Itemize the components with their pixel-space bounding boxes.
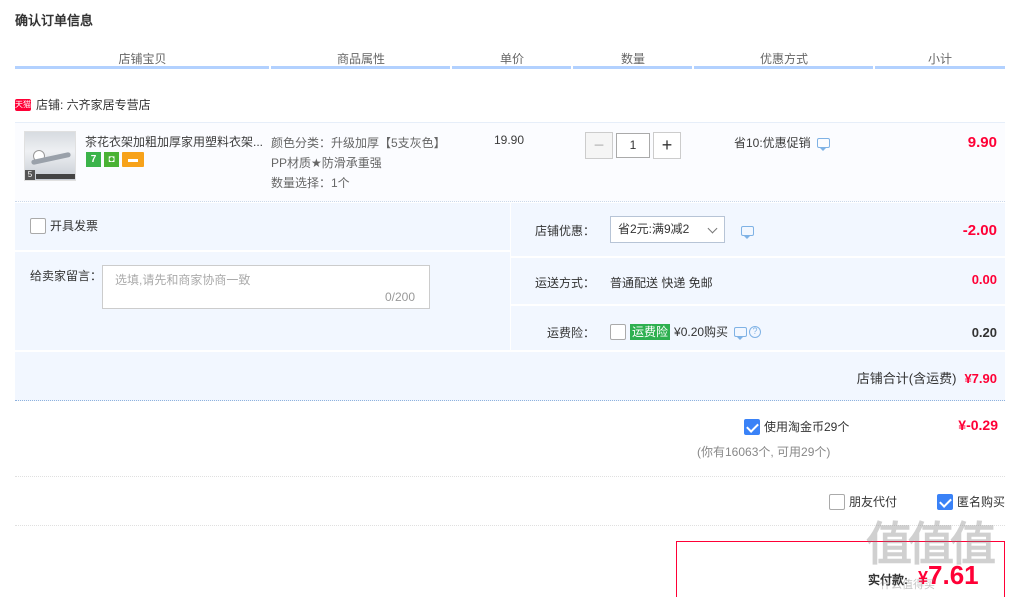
quantity-stepper: − 1 + (585, 132, 681, 159)
friend-pay-checkbox[interactable] (829, 493, 845, 510)
insurance-label: 运费险： (547, 326, 596, 340)
col-header-qty: 数量 (620, 52, 645, 66)
help-icon[interactable]: ? (749, 325, 762, 338)
header-underline (271, 66, 450, 69)
anonymous-label: 匿名购买 (957, 495, 1006, 509)
col-header-price: 单价 (499, 52, 524, 66)
shipping-label: 运送方式： (535, 276, 596, 290)
divider (511, 304, 1005, 306)
shop-coupon-amount: -2.00 (962, 222, 997, 239)
insurance-amount: 0.20 (971, 325, 997, 340)
credit-card-icon: ▬ (122, 152, 144, 167)
guarantee-icon: ◘ (104, 152, 119, 167)
attr-color: 颜色分类：升级加厚【5支灰色】 (271, 136, 446, 150)
product-thumbnail[interactable]: 5 (24, 131, 76, 181)
thumb-tag: 5 (25, 170, 35, 180)
invoice-checkbox[interactable] (30, 217, 46, 234)
shop-total: 店铺合计(含运费) ¥7.90 (857, 368, 997, 387)
promo-info: 省10:优惠促销 (734, 134, 830, 151)
coins-option[interactable]: 使用淘金币29个 (744, 418, 849, 435)
attr-quantity-choice: 数量选择：1个 (271, 176, 350, 190)
insurance-option: 运费险 ¥0.20购买 ? (610, 323, 762, 340)
col-header-subtotal: 小计 (927, 52, 952, 66)
friend-pay-label: 朋友代付 (849, 495, 898, 509)
seven-day-return-icon: 7 (86, 152, 101, 167)
watermark-text: 什么值得买 (880, 579, 935, 591)
message-placeholder: 选填,请先和商家协商一致 (115, 273, 251, 287)
divider (15, 476, 1005, 477)
divider (15, 525, 1005, 526)
page-title: 确认订单信息 (15, 13, 94, 28)
divider (15, 250, 510, 252)
col-header-discount: 优惠方式 (759, 52, 808, 66)
insurance-tag: 运费险 (630, 323, 671, 340)
col-header-item: 店铺宝贝 (118, 52, 167, 66)
qty-decrease-button[interactable]: − (585, 132, 613, 159)
shipping-value: 普通配送 快递 免邮 (610, 276, 713, 290)
anonymous-checkbox[interactable] (937, 493, 953, 510)
divider (510, 203, 511, 350)
header-underline (875, 66, 1005, 69)
unit-price: 19.90 (494, 133, 525, 147)
invoice-label: 开具发票 (50, 219, 99, 233)
promo-text: 省10:优惠促销 (734, 136, 811, 150)
product-title-link[interactable]: 茶花衣架加粗加厚家用塑料衣架... (85, 133, 265, 150)
coins-checkbox[interactable] (744, 418, 760, 435)
invoice-option[interactable]: 开具发票 (30, 217, 98, 234)
item-subtotal: 9.90 (967, 134, 997, 151)
chat-icon[interactable] (734, 326, 748, 340)
chat-icon[interactable] (741, 226, 754, 239)
insurance-checkbox[interactable] (610, 323, 626, 340)
shop-total-label: 店铺合计(含运费) (856, 371, 957, 386)
coins-amount: ¥-0.29 (958, 417, 998, 433)
attr-material: PP材质★防滑承重强 (271, 156, 382, 170)
header-underline (452, 66, 571, 69)
shop-coupon-label: 店铺优惠： (535, 224, 596, 238)
coins-label: 使用淘金币29个 (764, 420, 850, 434)
chat-icon[interactable] (816, 137, 830, 151)
shop-row: 天猫 店铺: 六齐家居专营店 (15, 96, 151, 113)
shop-name[interactable]: 店铺: 六齐家居专营店 (36, 96, 151, 113)
header-underline (573, 66, 692, 69)
tmall-icon: 天猫 (15, 98, 31, 111)
shop-total-amount: ¥7.90 (964, 371, 997, 386)
shop-coupon-value: 省2元:满9减2 (618, 222, 690, 236)
friend-pay-option[interactable]: 朋友代付 (829, 493, 897, 510)
header-underline (694, 66, 873, 69)
shop-coupon-select[interactable]: 省2元:满9减2 (610, 216, 725, 243)
qty-input[interactable]: 1 (616, 133, 650, 158)
service-badges: 7 ◘ ▬ (86, 152, 144, 167)
divider (511, 256, 1005, 258)
qty-increase-button[interactable]: + (653, 132, 681, 159)
col-header-attrs: 商品属性 (336, 52, 385, 66)
header-underline (15, 66, 269, 69)
watermark-logo: 值值值 (866, 518, 996, 570)
divider (15, 350, 1005, 352)
message-label: 给卖家留言： (30, 269, 103, 283)
insurance-price: ¥0.20购买 (674, 325, 729, 339)
anonymous-option[interactable]: 匿名购买 (937, 493, 1005, 510)
chevron-down-icon (707, 223, 718, 234)
shipping-amount: 0.00 (971, 272, 997, 287)
coins-note: (你有16063个, 可用29个) (697, 445, 831, 459)
message-char-count: 0/200 (385, 290, 416, 304)
